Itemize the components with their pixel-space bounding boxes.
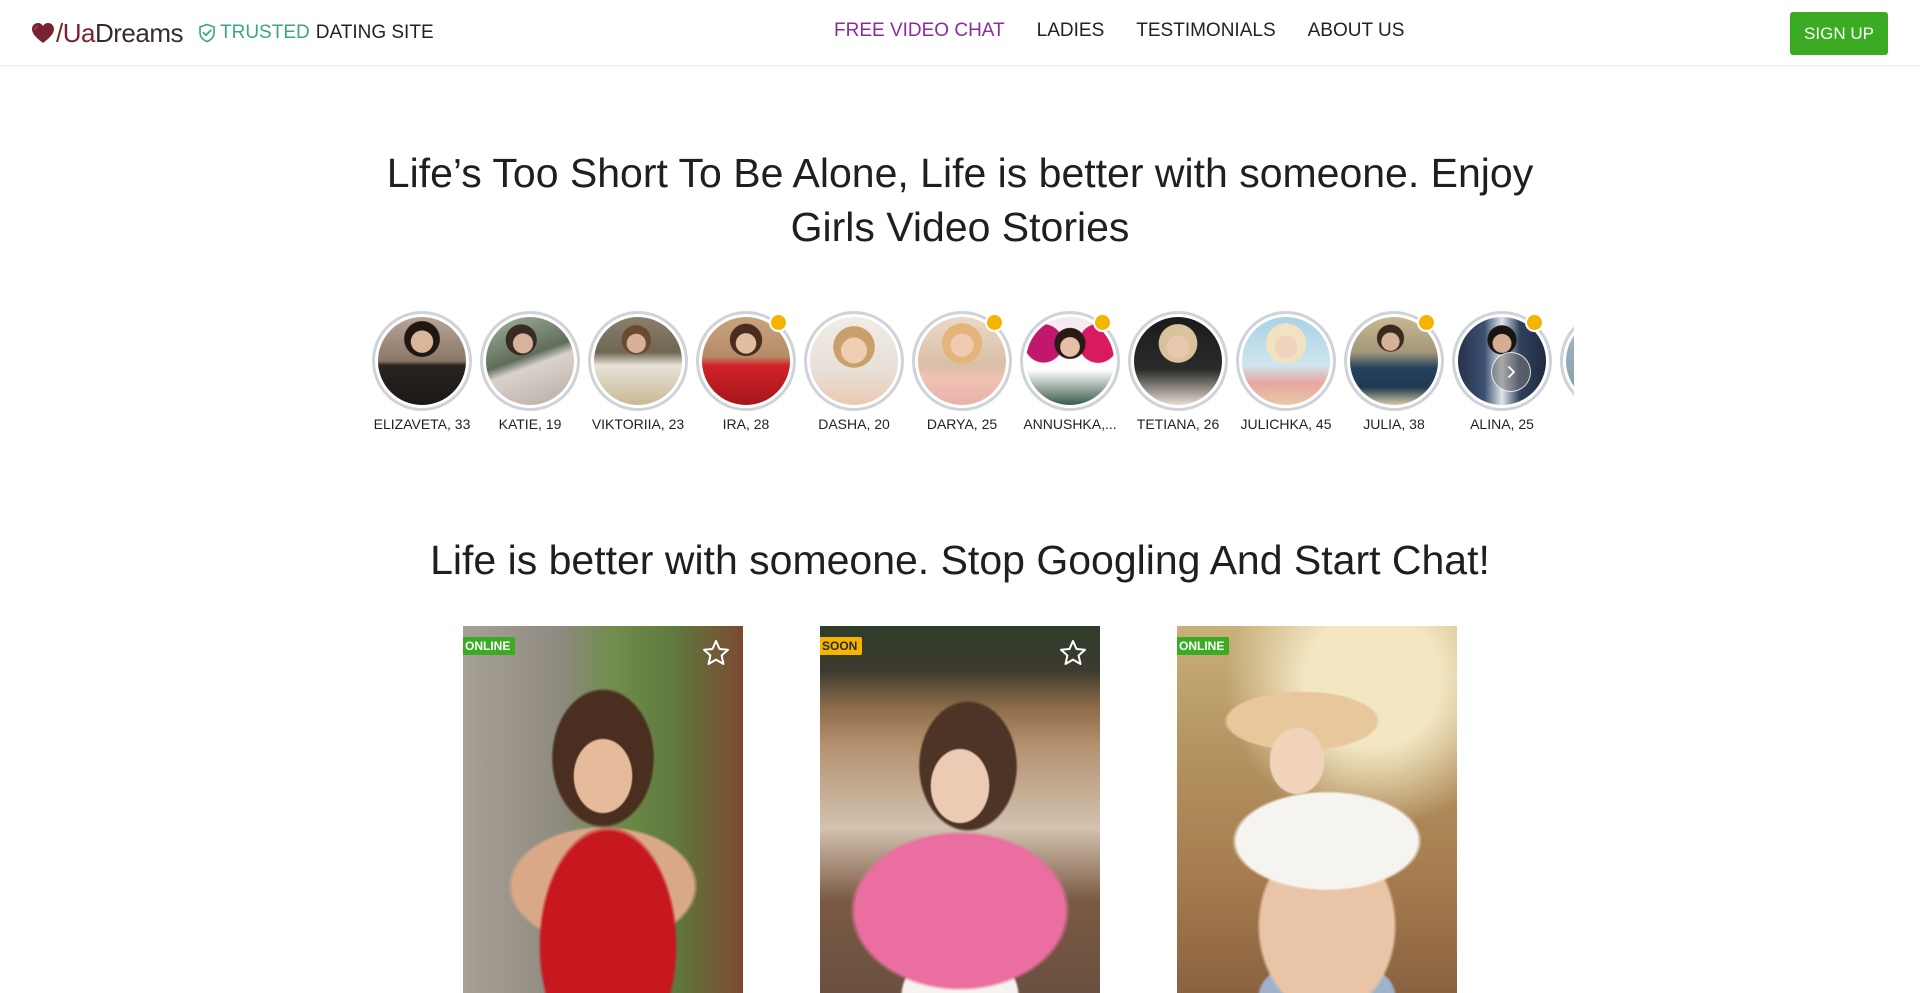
sign-up-button[interactable]: SIGN UP [1790, 12, 1888, 55]
status-badge: SOON [820, 637, 863, 655]
story-name: JULICHKA, 45 [1240, 416, 1332, 432]
story-item[interactable]: DASHA, 20 [800, 308, 908, 438]
profile-photo [820, 626, 1100, 993]
profile-photo [463, 626, 743, 993]
story-avatar [378, 317, 466, 405]
site-logo[interactable]: /UaDreams [30, 17, 184, 48]
dating-site-text: DATING SITE [315, 22, 434, 43]
story-item[interactable]: VIKTORIIA, 23 [584, 308, 692, 438]
online-dot [1525, 313, 1544, 332]
story-avatar-ring [372, 311, 472, 411]
story-name: KATIE, 19 [498, 416, 562, 432]
video-stories-carousel: ELIZAVETA, 33 KATIE, 19 VIKTORIIA, 23 IR… [368, 308, 1574, 438]
story-avatar [486, 317, 574, 405]
story-name: TETIANA, 26 [1136, 416, 1220, 432]
profile-card[interactable]: SOON [820, 626, 1100, 993]
story-avatar [594, 317, 682, 405]
chevron-right-icon [1508, 366, 1515, 378]
favorite-star-icon[interactable] [701, 638, 731, 668]
story-item[interactable]: IRA, 28 [692, 308, 800, 438]
story-name: IRA, 28 [722, 416, 770, 432]
story-avatar [1566, 317, 1574, 405]
main-nav: FREE VIDEO CHAT LADIES TESTIMONIALS ABOU… [834, 20, 1404, 42]
story-name: ELIZAVETA, 33 [373, 416, 471, 432]
nav-free-video-chat[interactable]: FREE VIDEO CHAT [834, 20, 1005, 42]
chat-headline: Life is better with someone. Stop Googli… [430, 537, 1490, 583]
stories-headline: Life’s Too Short To Be Alone, Life is be… [386, 150, 1534, 250]
story-item[interactable]: ELIZAVETA, 33 [368, 308, 476, 438]
heart-logo-icon [32, 23, 54, 43]
online-dot [1417, 313, 1436, 332]
story-avatar [1134, 317, 1222, 405]
status-badge: ONLINE [1177, 637, 1230, 655]
story-item[interactable] [1556, 308, 1574, 438]
status-badge: ONLINE [463, 637, 516, 655]
carousel-next-button[interactable] [1491, 352, 1531, 392]
story-item[interactable]: ANNUSHKA,... [1016, 308, 1124, 438]
story-item[interactable]: DARYA, 25 [908, 308, 1016, 438]
story-name: JULIA, 38 [1363, 416, 1425, 432]
profile-card[interactable]: ONLINE [1177, 626, 1457, 993]
story-name: ALINA, 25 [1470, 416, 1534, 432]
story-name: ANNUSHKA,... [1023, 416, 1117, 432]
nav-about-us[interactable]: ABOUT US [1308, 20, 1405, 42]
profile-photo [1177, 626, 1457, 993]
story-avatar [810, 317, 898, 405]
trusted-word: TRUSTED [220, 22, 310, 43]
nav-testimonials[interactable]: TESTIMONIALS [1136, 20, 1275, 42]
shield-check-icon [199, 23, 215, 43]
story-item[interactable]: TETIANA, 26 [1124, 308, 1232, 438]
story-avatar [1242, 317, 1330, 405]
logo-ua: Ua [62, 17, 96, 48]
story-name: DARYA, 25 [926, 416, 998, 432]
favorite-star-icon[interactable] [1058, 638, 1088, 668]
profile-card[interactable]: ONLINE [463, 626, 743, 993]
site-header: /UaDreams TRUSTED DATING SITE FREE VIDEO… [0, 0, 1920, 66]
trusted-badge: TRUSTED DATING SITE [198, 20, 434, 46]
story-name: DASHA, 20 [818, 416, 890, 432]
online-dot [1093, 313, 1112, 332]
story-name: VIKTORIIA, 23 [591, 416, 685, 432]
story-item[interactable]: JULIA, 38 [1340, 308, 1448, 438]
logo-slash: / [56, 17, 63, 48]
logo-dreams: Dreams [94, 17, 184, 48]
nav-ladies[interactable]: LADIES [1037, 20, 1105, 42]
story-item[interactable]: KATIE, 19 [476, 308, 584, 438]
online-dot [769, 313, 788, 332]
story-item[interactable]: JULICHKA, 45 [1232, 308, 1340, 438]
online-dot [985, 313, 1004, 332]
